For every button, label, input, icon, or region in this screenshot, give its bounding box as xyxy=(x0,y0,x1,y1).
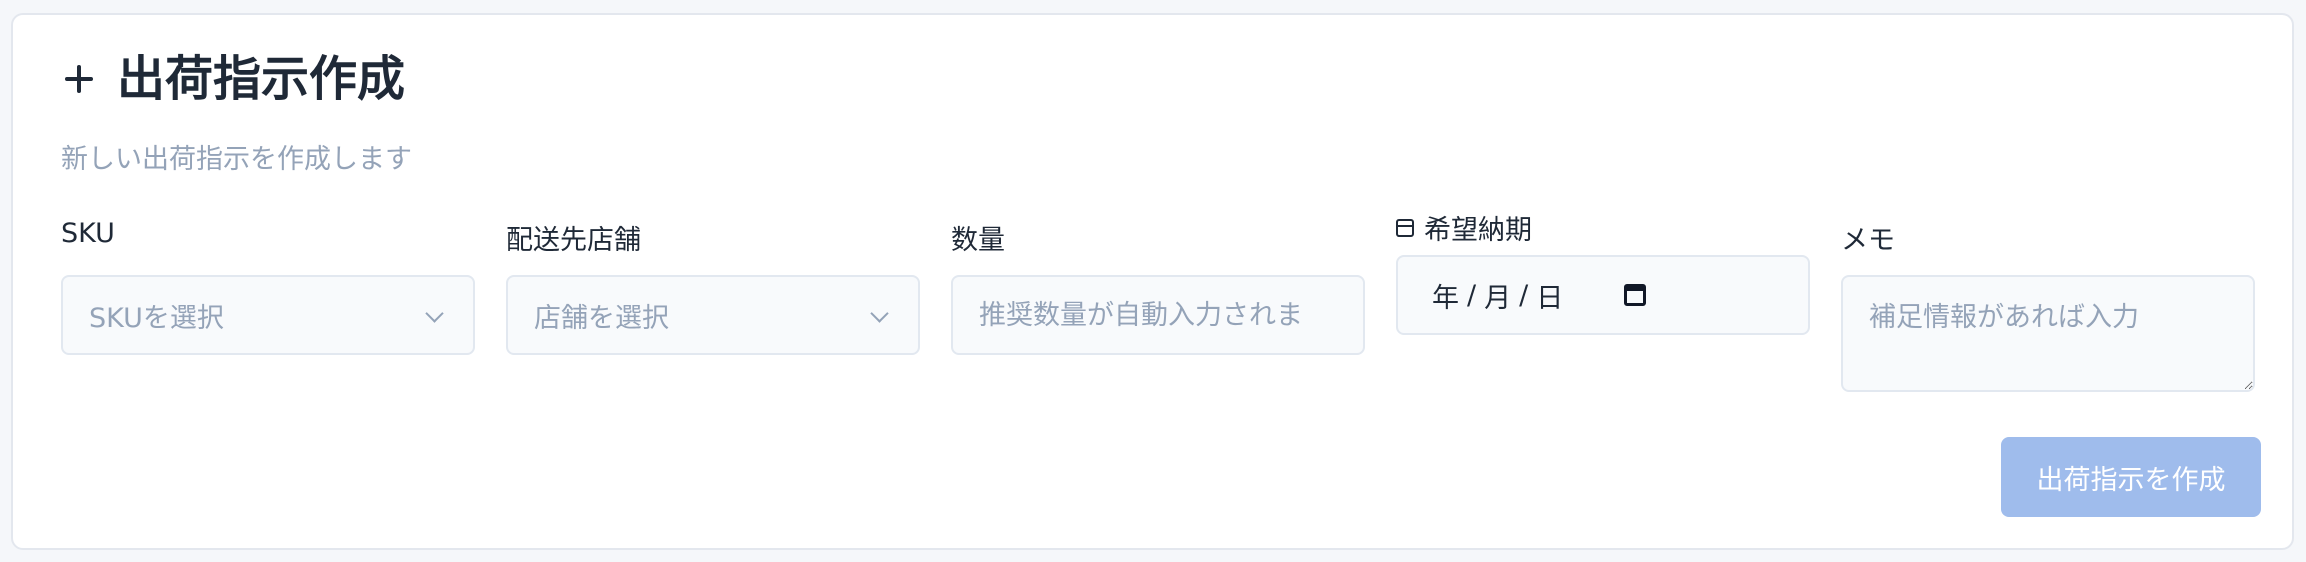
sku-select-placeholder: SKUを選択 xyxy=(89,302,224,334)
chevron-down-icon xyxy=(870,304,889,323)
date-year: 年 xyxy=(1432,282,1459,314)
date-month: 月 xyxy=(1484,282,1512,314)
due-date-label: 希望納期 xyxy=(1396,208,1532,247)
sku-label: SKU xyxy=(61,218,115,249)
calendar-picker-icon[interactable] xyxy=(1624,284,1646,306)
date-separator: / xyxy=(1467,279,1477,311)
page-subtitle: 新しい出荷指示を作成します xyxy=(61,144,412,175)
store-select[interactable]: 店舗を選択 xyxy=(506,275,920,355)
memo-label: メモ xyxy=(1841,225,1895,256)
date-separator: / xyxy=(1519,279,1529,311)
card-header: 出荷指示作成 xyxy=(61,55,405,103)
date-day: 日 xyxy=(1536,282,1564,314)
quantity-label: 数量 xyxy=(951,225,1005,256)
store-select-placeholder: 店舗を選択 xyxy=(534,302,669,334)
page-title: 出荷指示作成 xyxy=(117,51,406,107)
due-date-input[interactable]: 年 / 月 / 日 xyxy=(1396,255,1810,335)
chevron-down-icon xyxy=(425,304,444,323)
memo-textarea[interactable] xyxy=(1841,275,2255,392)
create-shipment-button[interactable]: 出荷指示を作成 xyxy=(2001,437,2261,517)
quantity-input[interactable] xyxy=(951,275,1365,355)
due-date-label-text: 希望納期 xyxy=(1424,215,1532,246)
sku-select[interactable]: SKUを選択 xyxy=(61,275,475,355)
shipment-form-card: 出荷指示作成 新しい出荷指示を作成します SKU SKUを選択 配送先店舗 店舗… xyxy=(11,13,2294,550)
calendar-icon xyxy=(1396,218,1414,237)
plus-icon xyxy=(61,61,97,97)
store-label: 配送先店舗 xyxy=(506,225,641,256)
